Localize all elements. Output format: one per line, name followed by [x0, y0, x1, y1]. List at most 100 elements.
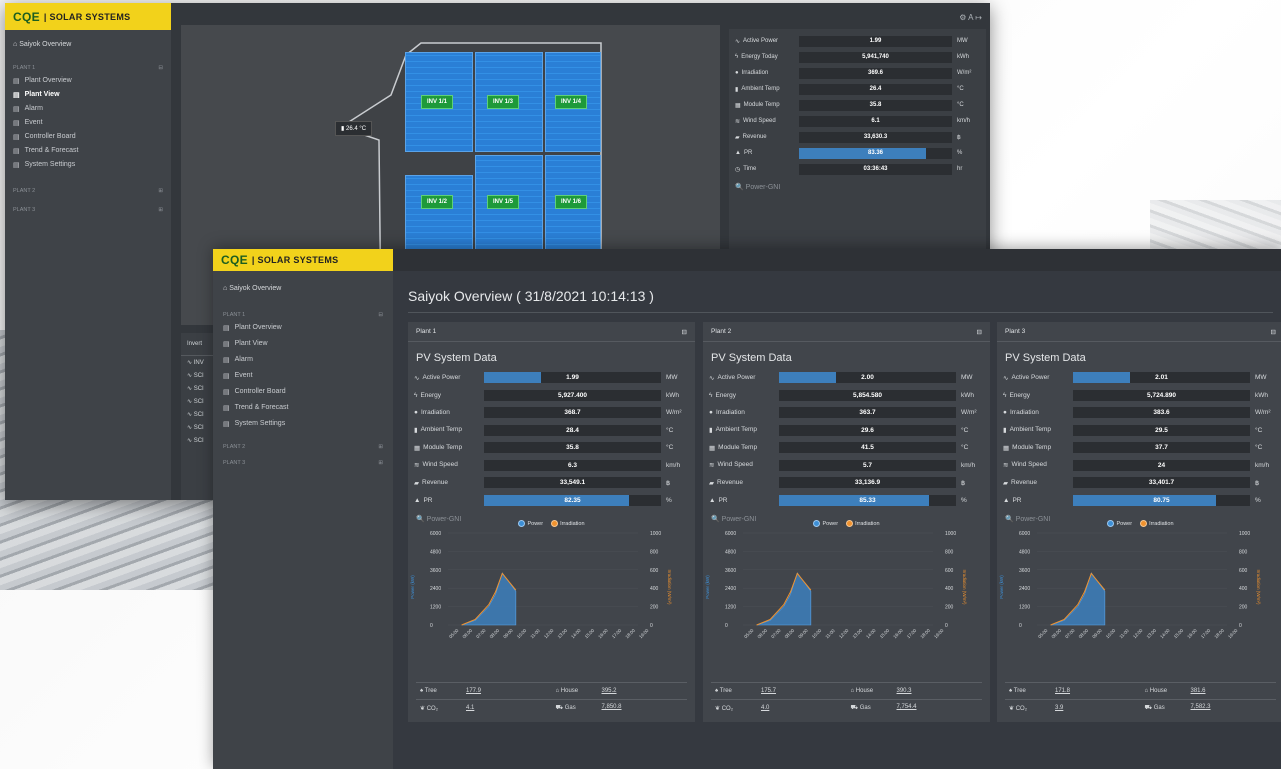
- co2-value[interactable]: 4.0: [761, 705, 769, 712]
- house-value[interactable]: 395.2: [602, 688, 617, 694]
- inverter-label[interactable]: INV 1/6: [555, 195, 588, 209]
- data-unit: %: [1255, 496, 1261, 504]
- house-value[interactable]: 381.6: [1191, 688, 1206, 694]
- nav-item-system-settings[interactable]: ▤ System Settings: [5, 158, 171, 172]
- nav-item-plant-view[interactable]: ▤ Plant View: [5, 88, 171, 102]
- gas-value[interactable]: 7,850.8: [602, 704, 622, 712]
- inverter-label[interactable]: INV 1/3: [487, 95, 520, 109]
- nav-overview[interactable]: ⌂ Saiyok Overview: [5, 30, 171, 59]
- nav-item-plant-view[interactable]: ▤ Plant View: [213, 336, 393, 352]
- house-icon: ⌂: [850, 688, 855, 694]
- gas-stat: ⛟ Gas 7,754.4: [847, 704, 983, 712]
- module-icon: ▦: [735, 102, 741, 109]
- nav-item-system-settings[interactable]: ▤ System Settings: [213, 416, 393, 432]
- data-value-text: 35.8: [869, 101, 882, 108]
- gas-value[interactable]: 7,582.3: [1191, 704, 1211, 712]
- nav-item-trend-forecast[interactable]: ▤ Trend & Forecast: [5, 144, 171, 158]
- nav-item-plant-overview[interactable]: ▤ Plant Overview: [213, 320, 393, 336]
- data-row: ∿ Active Power 1.99 MW: [408, 369, 695, 387]
- co2-value[interactable]: 3.9: [1055, 705, 1063, 712]
- expand-icon[interactable]: ⊞: [158, 207, 163, 213]
- legend-swatch: [1107, 520, 1115, 527]
- nav-item-plant-overview[interactable]: ▤ Plant Overview: [5, 74, 171, 88]
- nav-section-plant1[interactable]: PLANT 1 ⊟: [5, 59, 171, 74]
- x-tick-label: 07:00: [1064, 628, 1076, 640]
- legend-irradiation[interactable]: Irradiation: [846, 520, 880, 527]
- collapse-icon[interactable]: ⊟: [977, 328, 982, 336]
- tree-value[interactable]: 177.9: [466, 688, 481, 694]
- gas-label: ⛟ Gas: [1141, 704, 1191, 712]
- tree-value[interactable]: 171.8: [1055, 688, 1070, 694]
- data-unit: W/m²: [1255, 409, 1271, 417]
- power-gni-label: Power-GNI: [426, 516, 462, 523]
- tree-icon: ♠: [715, 688, 719, 694]
- data-value: 35.8: [799, 99, 952, 111]
- data-value-text: 33,630.3: [863, 133, 888, 140]
- brand-logo[interactable]: CQE | SOLAR SYSTEMS: [5, 3, 171, 30]
- bolt-icon: ϟ: [414, 391, 418, 399]
- data-label: ▲ PR: [997, 497, 1073, 504]
- power-gni-label: Power-GNI: [1015, 516, 1051, 523]
- expand-icon[interactable]: ⊞: [378, 460, 383, 466]
- house-value[interactable]: 390.3: [897, 688, 912, 694]
- inverter-label[interactable]: INV 1/2: [421, 195, 454, 209]
- nav-section-plant3[interactable]: PLANT 3 ⊞: [5, 201, 171, 216]
- nav-overview[interactable]: ⌂ Saiyok Overview: [213, 271, 393, 306]
- logout-icon[interactable]: ↦: [975, 13, 982, 22]
- tree-value[interactable]: 175.7: [761, 688, 776, 694]
- data-row: ▲ PR 85.33 %: [703, 492, 990, 510]
- data-value: 6.1: [799, 115, 952, 127]
- data-value-text: 1.99: [566, 374, 579, 382]
- nav-item-controller-board[interactable]: ▤ Controller Board: [5, 130, 171, 144]
- inverter-label[interactable]: INV 1/5: [487, 195, 520, 209]
- y-tick-label: 6000: [725, 531, 736, 537]
- data-value: 26.4: [799, 83, 952, 95]
- y-tick-label: 6000: [430, 531, 441, 537]
- co2-value[interactable]: 4.1: [466, 705, 474, 712]
- footer-row: ❦ CO₂ 4.1 ⛟ Gas 7,850.8: [416, 699, 687, 716]
- legend-power[interactable]: Power: [1107, 520, 1132, 527]
- settings-icon[interactable]: ⚙: [959, 13, 966, 22]
- collapse-icon[interactable]: ⊟: [682, 328, 687, 336]
- nav-item-alarm[interactable]: ▤ Alarm: [213, 352, 393, 368]
- legend-power[interactable]: Power: [518, 520, 543, 527]
- nav-item-label: Plant Overview: [234, 324, 282, 331]
- tree-stat: ♠ Tree 177.9: [416, 688, 552, 694]
- temperature-tag: ▮ 26.4 °C: [335, 121, 373, 136]
- sidebar: CQE | SOLAR SYSTEMS ⌂ Saiyok Overview PL…: [213, 249, 393, 769]
- nav-section-plant3[interactable]: PLANT 3 ⊞: [213, 452, 393, 468]
- user-icon[interactable]: A: [968, 13, 973, 22]
- tree-label-text: Tree: [1013, 688, 1026, 694]
- data-label-text: Module Temp: [1012, 443, 1052, 451]
- gas-value[interactable]: 7,754.4: [897, 704, 917, 712]
- leaf-icon: ❦: [715, 705, 721, 712]
- collapse-icon[interactable]: ⊟: [378, 312, 383, 318]
- nav-item-event[interactable]: ▤ Event: [5, 116, 171, 130]
- x-tick-label: 16:00: [1186, 628, 1198, 640]
- legend-irradiation[interactable]: Irradiation: [1140, 520, 1174, 527]
- expand-icon[interactable]: ⊞: [378, 444, 383, 450]
- legend-irradiation[interactable]: Irradiation: [551, 520, 585, 527]
- data-row: ∿ Active Power 2.01 MW: [997, 369, 1281, 387]
- data-value-text: 5,941,740: [862, 53, 889, 60]
- expand-icon[interactable]: ⊞: [158, 188, 163, 194]
- nav-item-alarm[interactable]: ▤ Alarm: [5, 102, 171, 116]
- data-label: ◷ Time: [729, 166, 799, 173]
- nav-item-trend-forecast[interactable]: ▤ Trend & Forecast: [213, 400, 393, 416]
- brand-logo[interactable]: CQE | SOLAR SYSTEMS: [213, 249, 393, 271]
- legend-power[interactable]: Power: [813, 520, 838, 527]
- legend-label: Irradiation: [855, 520, 880, 527]
- inverter-label[interactable]: INV 1/1: [421, 95, 454, 109]
- chart-icon: ▲: [709, 496, 716, 504]
- nav-section-plant2[interactable]: PLANT 2 ⊞: [213, 432, 393, 452]
- inverter-label[interactable]: INV 1/4: [555, 95, 588, 109]
- data-row: ▦ Module Temp 37.7 °C: [997, 439, 1281, 457]
- data-unit: MW: [961, 374, 973, 382]
- collapse-icon[interactable]: ⊟: [158, 65, 163, 71]
- nav-section-plant1[interactable]: PLANT 1 ⊟: [213, 306, 393, 320]
- collapse-icon[interactable]: ⊟: [1271, 328, 1276, 336]
- data-label: ▰ Revenue: [729, 134, 799, 141]
- nav-section-plant2[interactable]: PLANT 2 ⊞: [5, 182, 171, 197]
- nav-item-controller-board[interactable]: ▤ Controller Board: [213, 384, 393, 400]
- nav-item-event[interactable]: ▤ Event: [213, 368, 393, 384]
